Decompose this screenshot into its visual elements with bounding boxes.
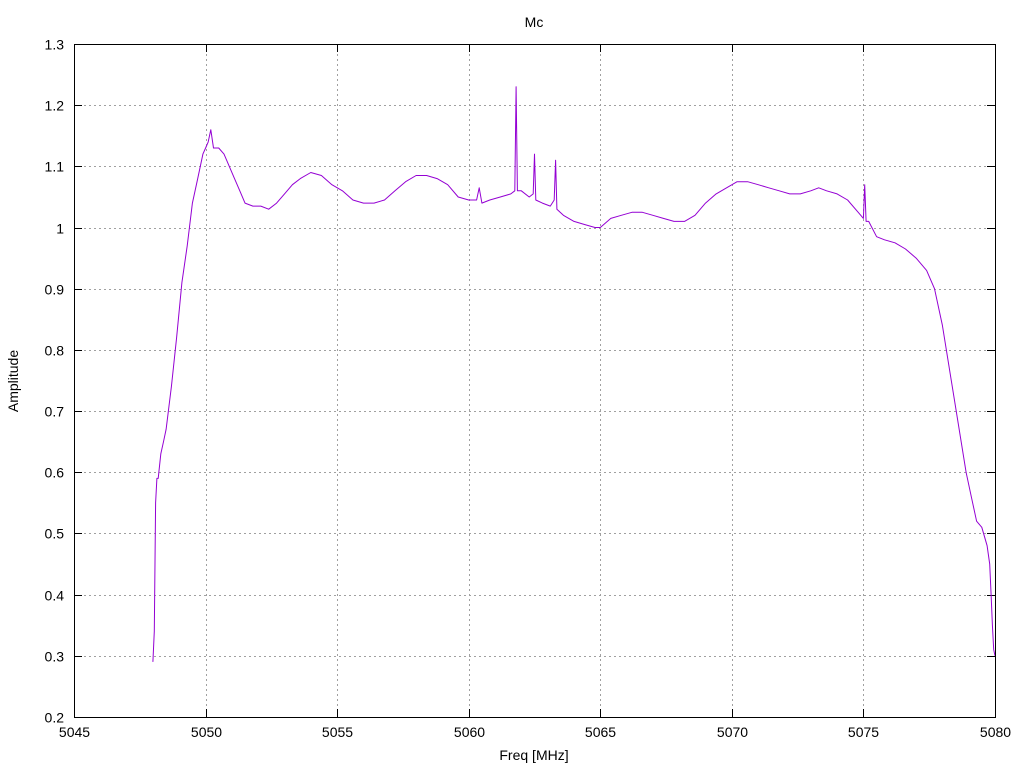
y-tick-labels: 0.2 0.3 0.4 0.5 0.6 0.7 0.8 0.9 1 1.1 1.2 1.3 <box>45 37 65 726</box>
x-tick-label: 5060 <box>454 724 485 740</box>
chart-title: Mc <box>525 14 544 30</box>
series-layer <box>152 86 996 662</box>
y-tick-label: 1.3 <box>45 37 65 53</box>
y-tick-label: 1 <box>56 221 64 237</box>
y-tick-label: 0.9 <box>45 282 65 298</box>
y-tick-label: 0.4 <box>45 588 65 604</box>
x-axis-title: Freq [MHz] <box>499 747 568 763</box>
y-tick-label: 1.1 <box>45 159 65 175</box>
x-tick-label: 5050 <box>191 724 222 740</box>
x-tick-label: 5055 <box>322 724 353 740</box>
x-tick-label: 5070 <box>717 724 748 740</box>
y-tick-label: 0.2 <box>45 710 65 726</box>
x-tick-label: 5080 <box>980 724 1011 740</box>
y-axis-title: Amplitude <box>5 350 21 412</box>
y-tick-label: 0.6 <box>45 465 65 481</box>
y-tick-label: 1.2 <box>45 98 65 114</box>
y-tick-label: 0.8 <box>45 343 65 359</box>
tick-marks <box>74 44 996 718</box>
x-tick-label: 5045 <box>59 724 90 740</box>
x-tick-label: 5065 <box>585 724 616 740</box>
grid <box>74 44 995 717</box>
series-line <box>152 86 996 662</box>
x-tick-label: 5075 <box>848 724 879 740</box>
y-tick-label: 0.3 <box>45 649 65 665</box>
y-tick-label: 0.5 <box>45 526 65 542</box>
chart: 5045 5050 5055 5060 5065 5070 5075 5080 0.20.30… <box>5 14 1011 763</box>
y-tick-label: 0.7 <box>45 404 65 420</box>
x-tick-labels: 5045 5050 5055 5060 5065 5070 5075 5080 <box>59 724 1011 740</box>
